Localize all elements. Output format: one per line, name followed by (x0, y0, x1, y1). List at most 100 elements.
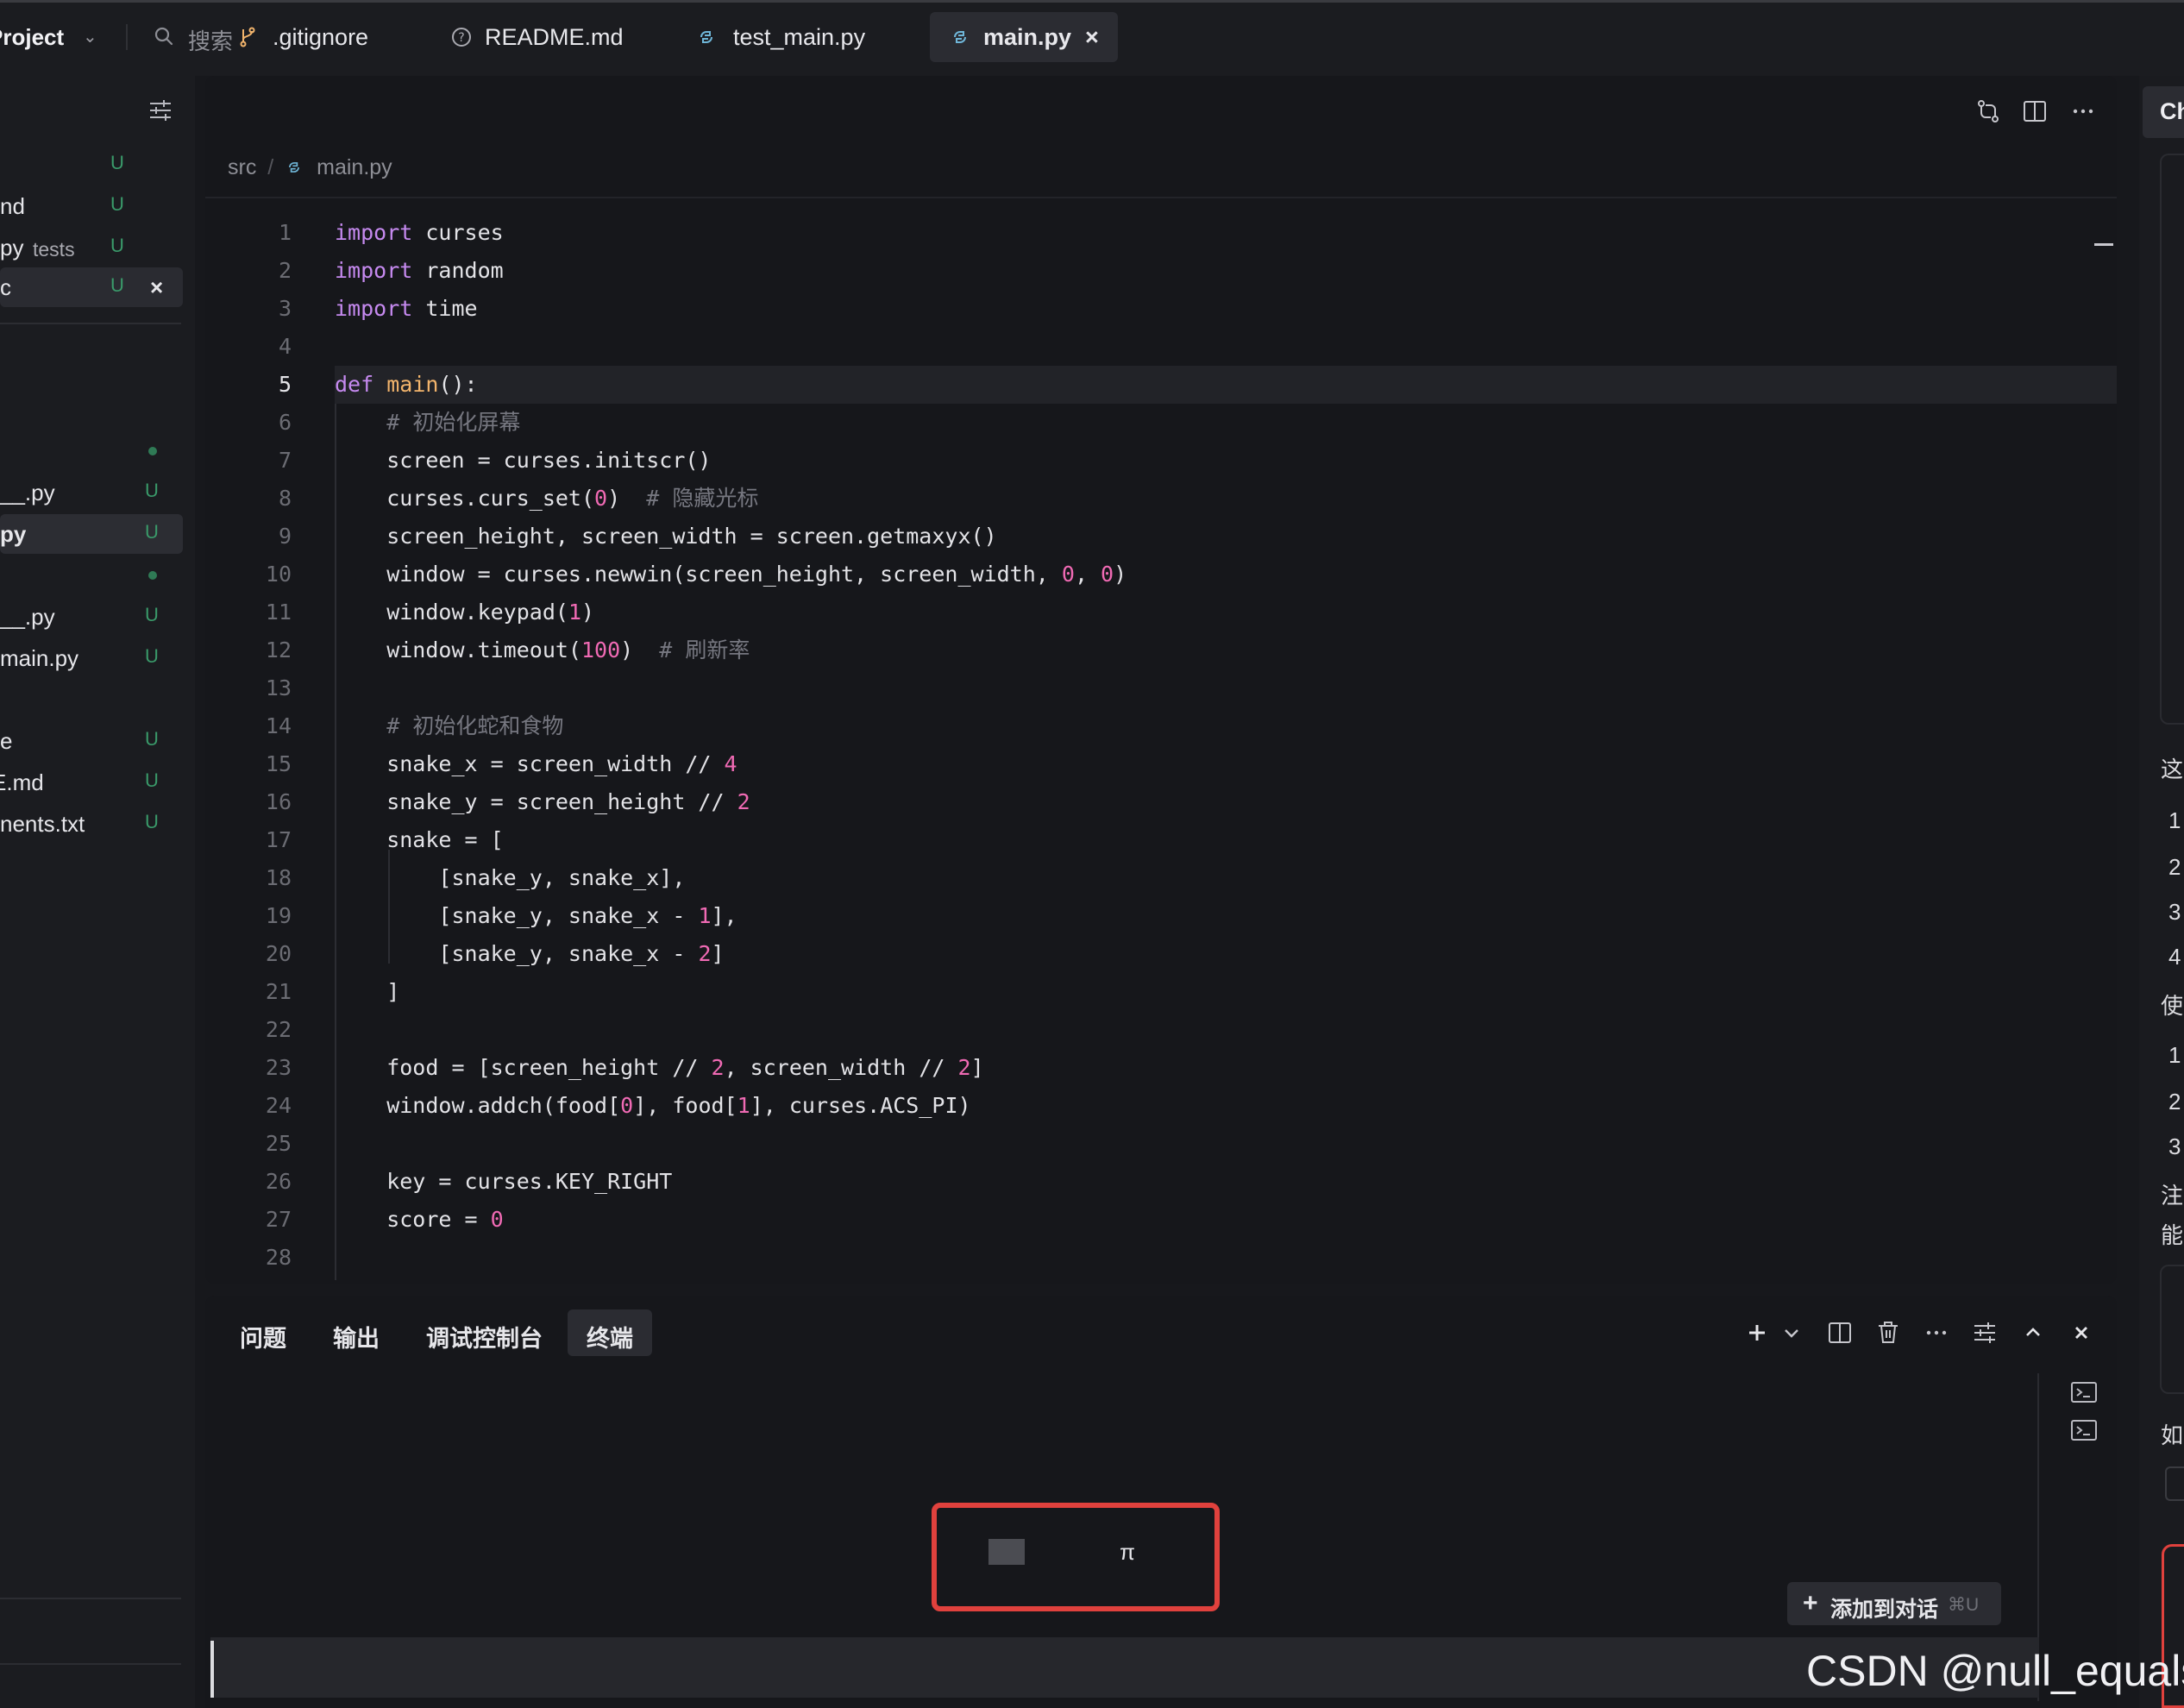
split-terminal-icon[interactable] (1825, 1318, 1855, 1347)
code-line[interactable]: def main(): (335, 366, 478, 404)
line-number: 1 (278, 220, 292, 245)
tab-label: 终端 (587, 1326, 633, 1352)
chat-text: 2 (2168, 1089, 2181, 1115)
code-token: ], curses.ACS_PI) (750, 1093, 971, 1118)
divider (0, 1598, 181, 1599)
file-item[interactable]: nents.txt U (0, 804, 183, 844)
line-number: 25 (265, 1131, 292, 1156)
code-token: 2 (711, 1055, 725, 1080)
breadcrumb-file[interactable]: main.py (317, 155, 392, 179)
code-token: import (335, 220, 413, 245)
sliders-icon[interactable] (147, 97, 174, 124)
tab-label: .gitignore (273, 24, 369, 50)
code-line[interactable]: food = [screen_height // 2, screen_width… (335, 1049, 983, 1087)
tab-readme[interactable]: ? README.md (442, 12, 649, 62)
status-dot (148, 571, 157, 580)
file-item[interactable]: E.md U (0, 763, 183, 802)
close-icon[interactable]: × (150, 274, 163, 301)
code-token: curses.curs_set( (335, 486, 595, 511)
line-number: 9 (278, 524, 292, 549)
code-line[interactable]: # 初始化蛇和食物 (335, 707, 563, 745)
chevron-up-icon[interactable] (2018, 1318, 2048, 1347)
code-token: ] (335, 979, 400, 1004)
code-line[interactable]: screen_height, screen_width = screen.get… (335, 518, 996, 556)
tab-output[interactable]: 输出 (319, 1309, 392, 1356)
add-to-chat-button[interactable]: + 添加到对话 ⌘U (1787, 1582, 2001, 1625)
code-token: 100 (581, 637, 621, 662)
tab-chat[interactable]: Ch (2143, 86, 2184, 138)
tab-main[interactable]: main.py × (930, 12, 1118, 62)
code-token: ) (581, 600, 595, 625)
scroll-indicator[interactable] (2094, 243, 2113, 246)
code-token: # 刷新率 (659, 637, 750, 662)
plus-icon[interactable] (1742, 1318, 1772, 1347)
code-line[interactable]: snake = [ (335, 821, 503, 859)
folder-item[interactable] (0, 556, 183, 595)
more-icon[interactable] (2068, 97, 2098, 126)
code-line[interactable]: window = curses.newwin(screen_height, sc… (335, 556, 1127, 593)
breadcrumb-folder[interactable]: src (228, 155, 256, 179)
close-icon[interactable]: × (1085, 24, 1099, 51)
compare-changes-icon[interactable] (1974, 97, 2003, 126)
file-item[interactable]: main.py U (0, 638, 183, 678)
code-line[interactable]: window.addch(food[0], food[1], curses.AC… (335, 1087, 971, 1125)
more-icon[interactable] (1922, 1318, 1951, 1347)
python-icon (289, 162, 300, 173)
sliders-icon[interactable] (1970, 1318, 1999, 1347)
plus-icon: + (1803, 1589, 1818, 1617)
terminal-input[interactable] (210, 1637, 2039, 1698)
code-token: # 初始化蛇和食物 (386, 713, 564, 738)
file-item-open[interactable]: c U × (0, 267, 183, 307)
terminal-icon[interactable] (2070, 1418, 2098, 1442)
file-name: py (0, 235, 24, 261)
tab-terminal[interactable]: 终端 (568, 1309, 652, 1356)
file-item[interactable]: py tests U (0, 228, 183, 267)
code-line[interactable]: import random (335, 252, 504, 290)
code-line[interactable]: ] (335, 973, 399, 1011)
trash-icon[interactable] (1873, 1318, 1903, 1347)
code-line[interactable]: snake_y = screen_height // 2 (335, 783, 750, 821)
code-line[interactable]: window.timeout(100) # 刷新率 (335, 631, 750, 669)
code-line[interactable]: import curses (335, 214, 504, 252)
terminal-icon[interactable] (2070, 1380, 2098, 1404)
code-line[interactable]: [snake_y, snake_x - 1], (335, 897, 737, 935)
copy-icon[interactable] (2165, 1466, 2184, 1501)
code-line[interactable]: screen = curses.initscr() (335, 442, 711, 480)
tab-label: 问题 (240, 1326, 286, 1352)
file-name: main.py (0, 645, 79, 671)
code-line[interactable]: # 初始化屏幕 (335, 404, 520, 442)
file-item[interactable]: __.py U (0, 473, 183, 512)
file-item[interactable]: __.py U (0, 597, 183, 637)
tab-problems[interactable]: 问题 (226, 1309, 298, 1356)
split-editor-icon[interactable] (2020, 97, 2049, 126)
code-line[interactable]: curses.curs_set(0) # 隐藏光标 (335, 480, 758, 518)
chevron-down-icon[interactable]: ⌄ (83, 26, 97, 47)
code-line[interactable]: [snake_y, snake_x], (335, 859, 685, 897)
file-item[interactable]: U (0, 145, 183, 185)
code-token: ] (711, 941, 725, 966)
tab-test-main[interactable]: test_main.py (687, 12, 919, 62)
code-line[interactable]: key = curses.KEY_RIGHT (335, 1163, 672, 1201)
folder-item[interactable] (0, 431, 183, 471)
code-token: ], food[ (633, 1093, 737, 1118)
search-input[interactable]: 搜索 (188, 24, 233, 56)
code-line[interactable]: window.keypad(1) (335, 593, 594, 631)
code-token: ) (620, 637, 660, 662)
file-item-active[interactable]: py U (0, 514, 183, 554)
code-line[interactable]: score = 0 (335, 1201, 503, 1239)
close-icon[interactable] (2067, 1318, 2096, 1347)
chevron-down-icon[interactable] (1779, 1318, 1804, 1347)
tab-gitignore[interactable]: .gitignore (228, 12, 392, 62)
search-icon[interactable] (154, 26, 174, 47)
code-token: 0 (620, 1093, 634, 1118)
code-line[interactable]: import time (335, 290, 478, 328)
project-selector[interactable]: Project (0, 24, 64, 51)
file-item[interactable]: nd U (0, 186, 183, 226)
code-line[interactable]: snake_x = screen_width // 4 (335, 745, 737, 783)
file-item[interactable]: e U (0, 721, 183, 761)
status-badge: U (145, 521, 159, 543)
tab-debug-console[interactable]: 调试控制台 (412, 1309, 559, 1356)
code-token: 2 (737, 789, 750, 814)
line-number: 21 (265, 979, 292, 1004)
code-line[interactable]: [snake_y, snake_x - 2] (335, 935, 725, 973)
